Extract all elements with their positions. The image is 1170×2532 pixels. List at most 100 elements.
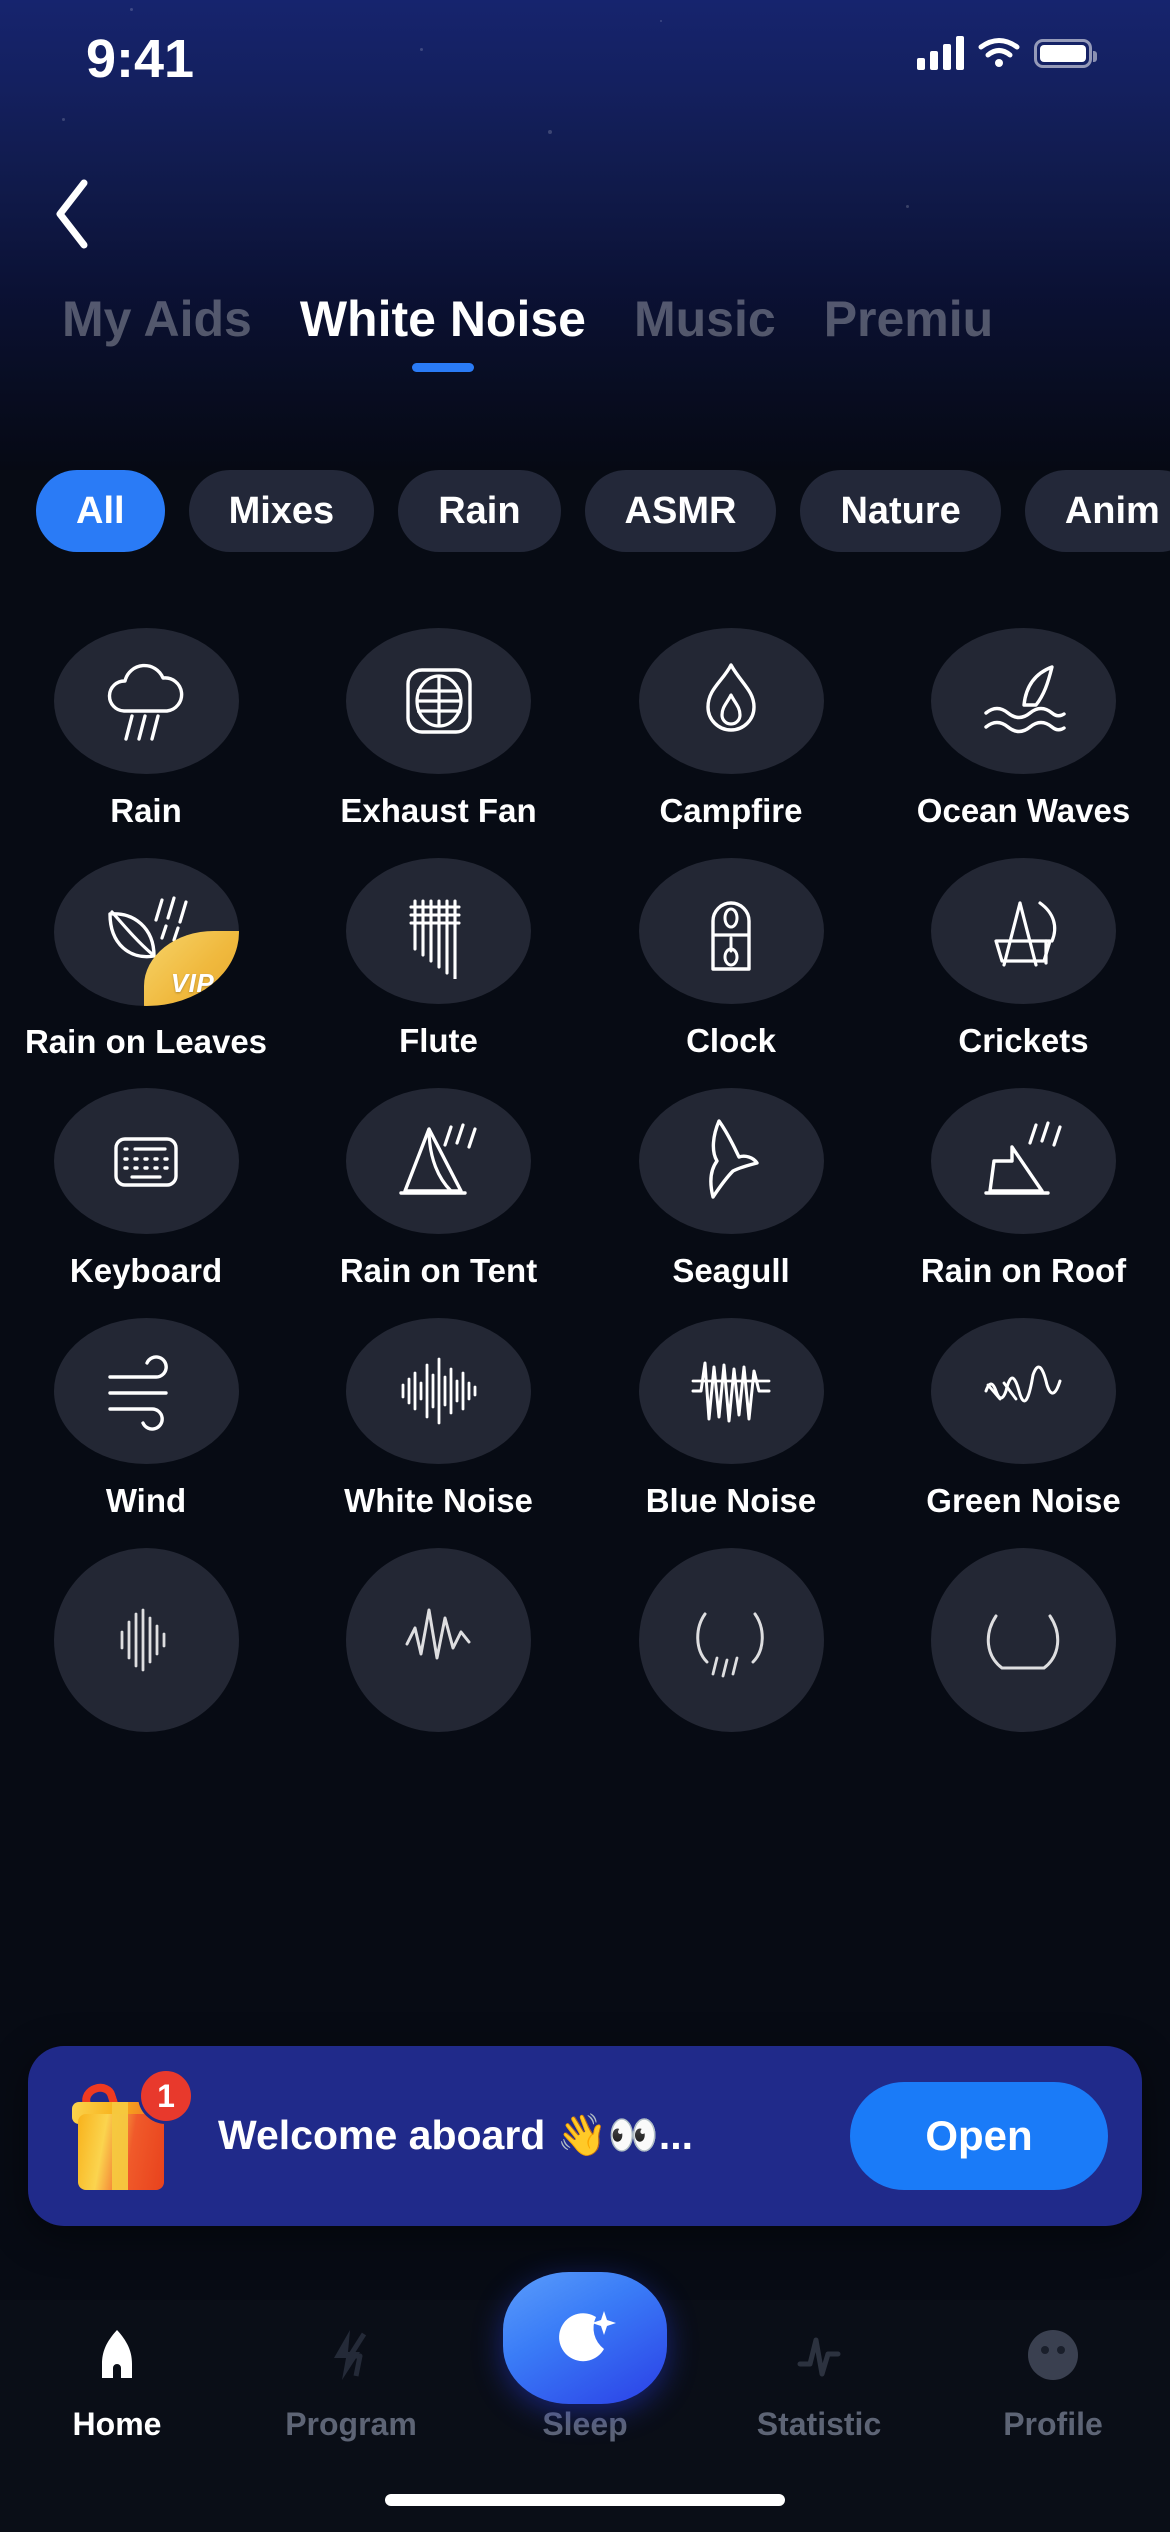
status-bar-indicators	[917, 36, 1097, 70]
sound-disc[interactable]	[931, 1088, 1116, 1234]
arc-icon	[986, 1614, 1059, 1670]
home-icon	[86, 2318, 148, 2392]
sound-disc[interactable]	[53, 628, 239, 774]
sound-item-ocean-waves[interactable]: Ocean Waves	[878, 600, 1170, 830]
sound-disc[interactable]	[346, 1548, 531, 1732]
home-indicator	[385, 2494, 785, 2506]
sound-disc[interactable]	[346, 858, 531, 1004]
sound-label: Flute	[399, 1022, 478, 1059]
sound-disc[interactable]	[638, 1548, 824, 1732]
sound-disc[interactable]	[346, 628, 531, 774]
sound-item-flute[interactable]: Flute	[293, 830, 585, 1060]
chevron-left-icon	[56, 179, 88, 249]
sound-disc[interactable]	[53, 1548, 239, 1732]
rain-cloud-icon	[107, 663, 184, 741]
notification-badge: 1	[138, 2068, 194, 2124]
flame-icon	[706, 663, 756, 732]
sound-label: Blue Noise	[645, 1482, 817, 1519]
tab-music[interactable]: Music	[610, 288, 800, 350]
tab-white-noise[interactable]: White Noise	[276, 288, 610, 372]
sound-disc[interactable]	[931, 1318, 1116, 1464]
sound-disc[interactable]: VIP	[53, 858, 239, 1006]
chip-label: All	[76, 489, 125, 532]
profile-avatar-icon	[1022, 2318, 1084, 2392]
sound-disc[interactable]	[53, 1088, 239, 1234]
sound-item-rain-on-leaves[interactable]: VIP Rain on Leaves	[0, 830, 292, 1060]
status-bar-time: 9:41	[86, 29, 195, 89]
sound-item-partial-2[interactable]	[293, 1520, 585, 1750]
sound-item-rain-on-roof[interactable]: Rain on Roof	[878, 1060, 1170, 1290]
tab-label: White Noise	[299, 291, 586, 347]
sound-label: White Noise	[344, 1482, 533, 1519]
ocean-wave-icon	[983, 665, 1066, 734]
nav-label: Profile	[1003, 2406, 1103, 2442]
sound-label: Green Noise	[926, 1482, 1121, 1519]
sleep-action-button[interactable]	[503, 2272, 667, 2404]
sound-item-wind[interactable]: Wind	[0, 1290, 292, 1520]
nav-item-profile[interactable]: Profile	[936, 2318, 1170, 2443]
toast-message: Welcome aboard 👋👀...	[218, 2112, 694, 2158]
battery-icon	[1034, 38, 1097, 68]
sound-wave-bars-icon	[120, 1608, 166, 1672]
sound-item-white-noise[interactable]: White Noise	[293, 1290, 585, 1520]
sound-label: Campfire	[659, 792, 803, 829]
chip-label: Rain	[438, 489, 521, 532]
sound-disc[interactable]	[638, 1088, 824, 1234]
tab-premium[interactable]: Premiu	[800, 288, 1018, 350]
sound-label: Seagull	[672, 1252, 790, 1289]
sound-item-partial-3[interactable]	[585, 1520, 877, 1750]
cellular-bars-icon	[917, 36, 964, 70]
sound-item-crickets[interactable]: Crickets	[878, 830, 1170, 1060]
sound-disc[interactable]	[931, 1548, 1116, 1732]
category-chip-row[interactable]: All Mixes Rain ASMR Nature Anim	[0, 456, 1170, 566]
sound-item-exhaust-fan[interactable]: Exhaust Fan	[293, 600, 585, 830]
sound-disc[interactable]	[931, 858, 1116, 1004]
sound-item-campfire[interactable]: Campfire	[585, 600, 877, 830]
category-chip-asmr[interactable]: ASMR	[584, 470, 777, 552]
sound-item-partial-4[interactable]	[878, 1520, 1170, 1750]
wifi-icon	[978, 38, 1020, 67]
sound-disc[interactable]	[53, 1318, 239, 1464]
pan-flute-icon	[408, 899, 461, 979]
tab-label: My Aids	[62, 291, 252, 347]
category-chip-mixes[interactable]: Mixes	[188, 470, 375, 552]
sound-item-rain-on-tent[interactable]: Rain on Tent	[293, 1060, 585, 1290]
nav-item-program[interactable]: Program	[234, 2318, 468, 2443]
sound-item-blue-noise[interactable]: Blue Noise	[585, 1290, 877, 1520]
tab-my-aids[interactable]: My Aids	[38, 288, 276, 350]
blue-noise-wave-icon	[691, 1361, 771, 1423]
sound-item-green-noise[interactable]: Green Noise	[878, 1290, 1170, 1520]
sound-disc[interactable]	[931, 628, 1116, 774]
sound-disc[interactable]	[346, 1318, 531, 1464]
sound-label: Wind	[105, 1482, 187, 1519]
chip-label: Nature	[840, 489, 961, 532]
white-noise-wave-icon	[401, 1357, 476, 1425]
sound-disc[interactable]	[638, 858, 824, 1004]
nav-item-statistic[interactable]: Statistic	[702, 2318, 936, 2443]
lightning-icon	[320, 2318, 382, 2392]
tab-label: Premiu	[823, 291, 994, 347]
category-chip-nature[interactable]: Nature	[800, 470, 1001, 552]
app-screen: 9:41 My Aids White Noise Music Premiu Al…	[0, 0, 1170, 2532]
sound-item-partial-1[interactable]	[0, 1520, 292, 1750]
nav-item-home[interactable]: Home	[0, 2318, 234, 2443]
sound-disc[interactable]	[638, 1318, 824, 1464]
open-button[interactable]: Open	[850, 2082, 1108, 2190]
sound-disc[interactable]	[638, 628, 824, 774]
category-chip-rain[interactable]: Rain	[398, 470, 561, 552]
nav-label: Program	[285, 2406, 417, 2442]
sound-disc[interactable]	[346, 1088, 531, 1234]
exhaust-fan-icon	[405, 668, 472, 734]
sound-item-clock[interactable]: Clock	[585, 830, 877, 1060]
pulse-icon	[788, 2318, 850, 2392]
chip-label: ASMR	[624, 489, 737, 532]
category-chip-animals[interactable]: Anim	[1024, 470, 1170, 552]
sound-item-keyboard[interactable]: Keyboard	[0, 1060, 292, 1290]
vip-badge-label: VIP	[170, 968, 215, 998]
sound-item-rain[interactable]: Rain	[0, 600, 292, 830]
sound-item-seagull[interactable]: Seagull	[585, 1060, 877, 1290]
welcome-toast-banner[interactable]: 1 Welcome aboard 👋👀... Open	[28, 2046, 1142, 2226]
top-tab-bar[interactable]: My Aids White Noise Music Premiu	[0, 288, 1170, 398]
back-button[interactable]	[26, 168, 118, 260]
category-chip-all[interactable]: All	[36, 470, 165, 552]
